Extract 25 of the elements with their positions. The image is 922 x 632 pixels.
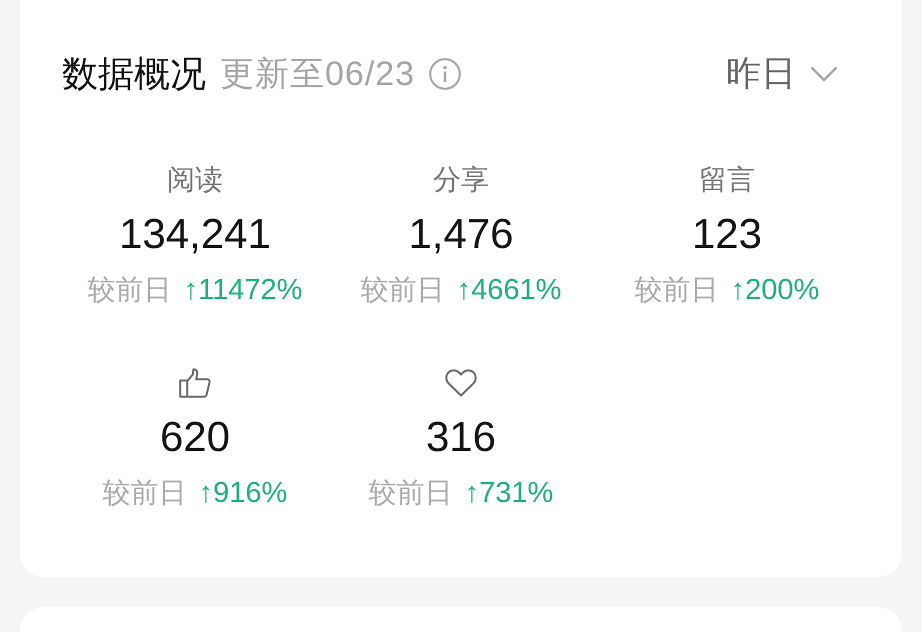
- metric-value: 1,476: [408, 209, 514, 259]
- metric-value: 123: [692, 209, 762, 259]
- change-percentage: ↑916%: [198, 476, 288, 511]
- comparison-label: 较前日: [102, 476, 187, 510]
- metric-value: 620: [160, 412, 230, 462]
- metric-label: 阅读: [167, 163, 223, 197]
- metric-value: 134,241: [119, 209, 271, 259]
- metric-label: 分享: [433, 163, 489, 197]
- thumbs-up-icon: [179, 368, 211, 398]
- change-percentage: ↑731%: [464, 476, 554, 511]
- chevron-down-icon: [810, 66, 838, 82]
- comparison-label: 较前日: [360, 273, 445, 307]
- comparison-label: 较前日: [368, 476, 453, 510]
- metric-value: 316: [426, 412, 496, 462]
- change-percentage: ↑4661%: [456, 273, 562, 308]
- info-icon[interactable]: [429, 58, 462, 90]
- change-percentage: ↑200%: [730, 273, 820, 308]
- period-dropdown[interactable]: 昨日: [726, 52, 838, 96]
- heart-icon: [445, 368, 477, 398]
- section-title: 数据概况: [62, 52, 206, 96]
- update-date: 更新至06/23: [220, 54, 416, 95]
- metric-label: 留言: [699, 163, 755, 197]
- comparison-label: 较前日: [634, 273, 719, 307]
- change-percentage: ↑11472%: [184, 273, 302, 308]
- comparison-label: 较前日: [88, 273, 172, 307]
